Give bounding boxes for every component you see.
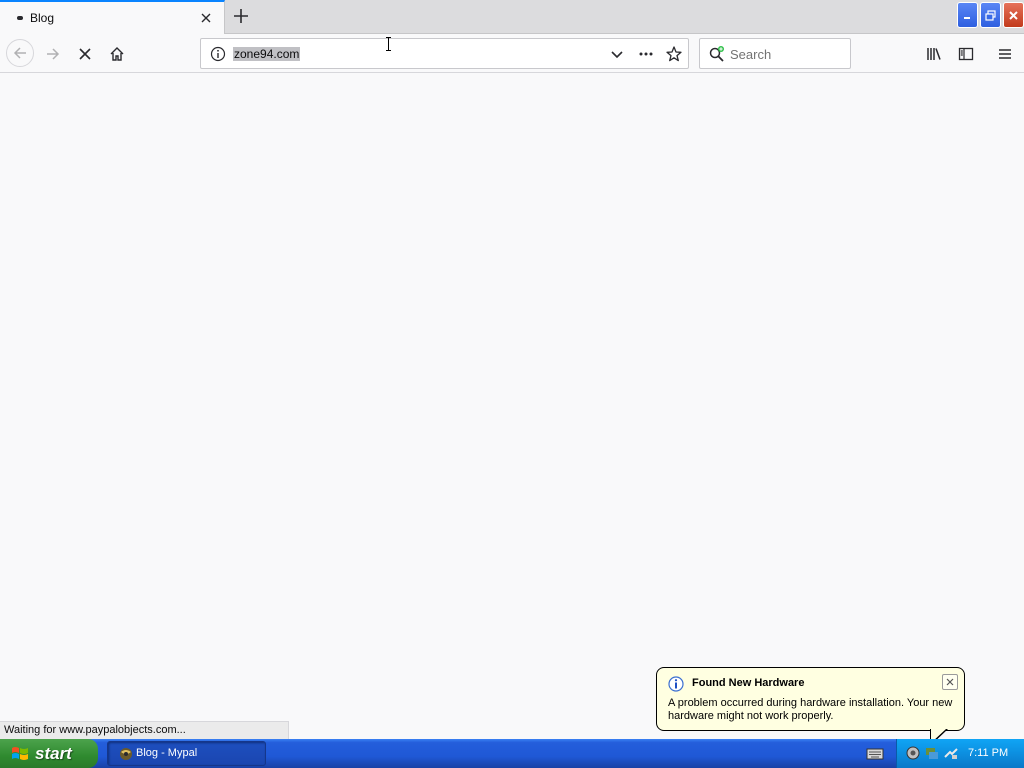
restore-icon [985,9,996,21]
info-balloon-icon [668,676,684,692]
back-button[interactable] [6,39,34,67]
sidebar-icon [958,47,974,61]
menu-button[interactable] [993,42,1017,66]
library-button[interactable] [922,42,946,66]
windows-flag-icon [12,746,28,760]
clock[interactable]: 7:11 PM [968,747,1008,759]
start-button[interactable]: start [0,739,98,768]
system-tray: 7:11 PM [896,739,1024,768]
taskbar-item-browser[interactable]: Blog - Mypal [107,741,266,766]
mypal-icon [120,748,132,760]
chevron-down-icon[interactable] [609,46,625,62]
page-content-area [0,74,1024,721]
window-controls [957,2,1024,30]
close-icon [946,678,954,686]
home-icon [110,47,124,61]
url-text[interactable]: zone94.com [233,47,301,61]
keyboard-icon[interactable] [866,745,884,761]
navigation-toolbar: zone94.com [0,34,1024,73]
hardware-tray-icon[interactable] [943,745,959,761]
close-window-button[interactable] [1003,2,1024,28]
sidebar-button[interactable] [954,42,978,66]
stop-button[interactable] [73,42,97,66]
network-tray-icon[interactable] [924,745,940,761]
minimize-button[interactable] [957,2,978,28]
search-icon [709,46,724,62]
balloon-title: Found New Hardware [692,677,805,689]
search-input[interactable] [730,46,840,62]
new-tab-plus-icon[interactable] [230,5,252,27]
tab-favicon-icon [17,16,23,20]
restore-button[interactable] [980,2,1001,28]
start-label: start [35,743,72,763]
tab-title: Blog [30,11,55,25]
search-bar[interactable] [699,38,851,69]
home-button[interactable] [105,42,129,66]
taskbar-item-label: Blog - Mypal [136,747,198,759]
star-icon[interactable] [665,45,683,63]
menu-icon [999,49,1011,59]
close-icon [1009,10,1018,20]
status-panel: Waiting for www.paypalobjects.com... [0,721,289,739]
taskbar: start Blog - Mypal 7:11 PM [0,739,1024,768]
address-bar[interactable]: zone94.com [200,38,689,69]
stop-icon [79,48,91,60]
library-icon [927,48,941,60]
balloon-notification[interactable]: Found New Hardware A problem occurred du… [656,667,965,731]
text-cursor-icon [386,37,391,51]
back-arrow-icon [13,47,26,59]
info-icon[interactable] [210,46,226,62]
balloon-close-button[interactable] [942,674,958,690]
forward-button[interactable] [41,42,65,66]
more-icon[interactable] [638,46,654,62]
tab-strip: Blog [0,0,1024,34]
forward-arrow-icon [47,48,60,60]
balloon-message: A problem occurred during hardware insta… [668,697,953,722]
status-text: Waiting for www.paypalobjects.com... [4,724,186,736]
tab-close-icon[interactable] [198,10,214,26]
tab-blog[interactable]: Blog [0,0,225,34]
security-tray-icon[interactable] [905,745,921,761]
minimize-icon [963,17,970,19]
